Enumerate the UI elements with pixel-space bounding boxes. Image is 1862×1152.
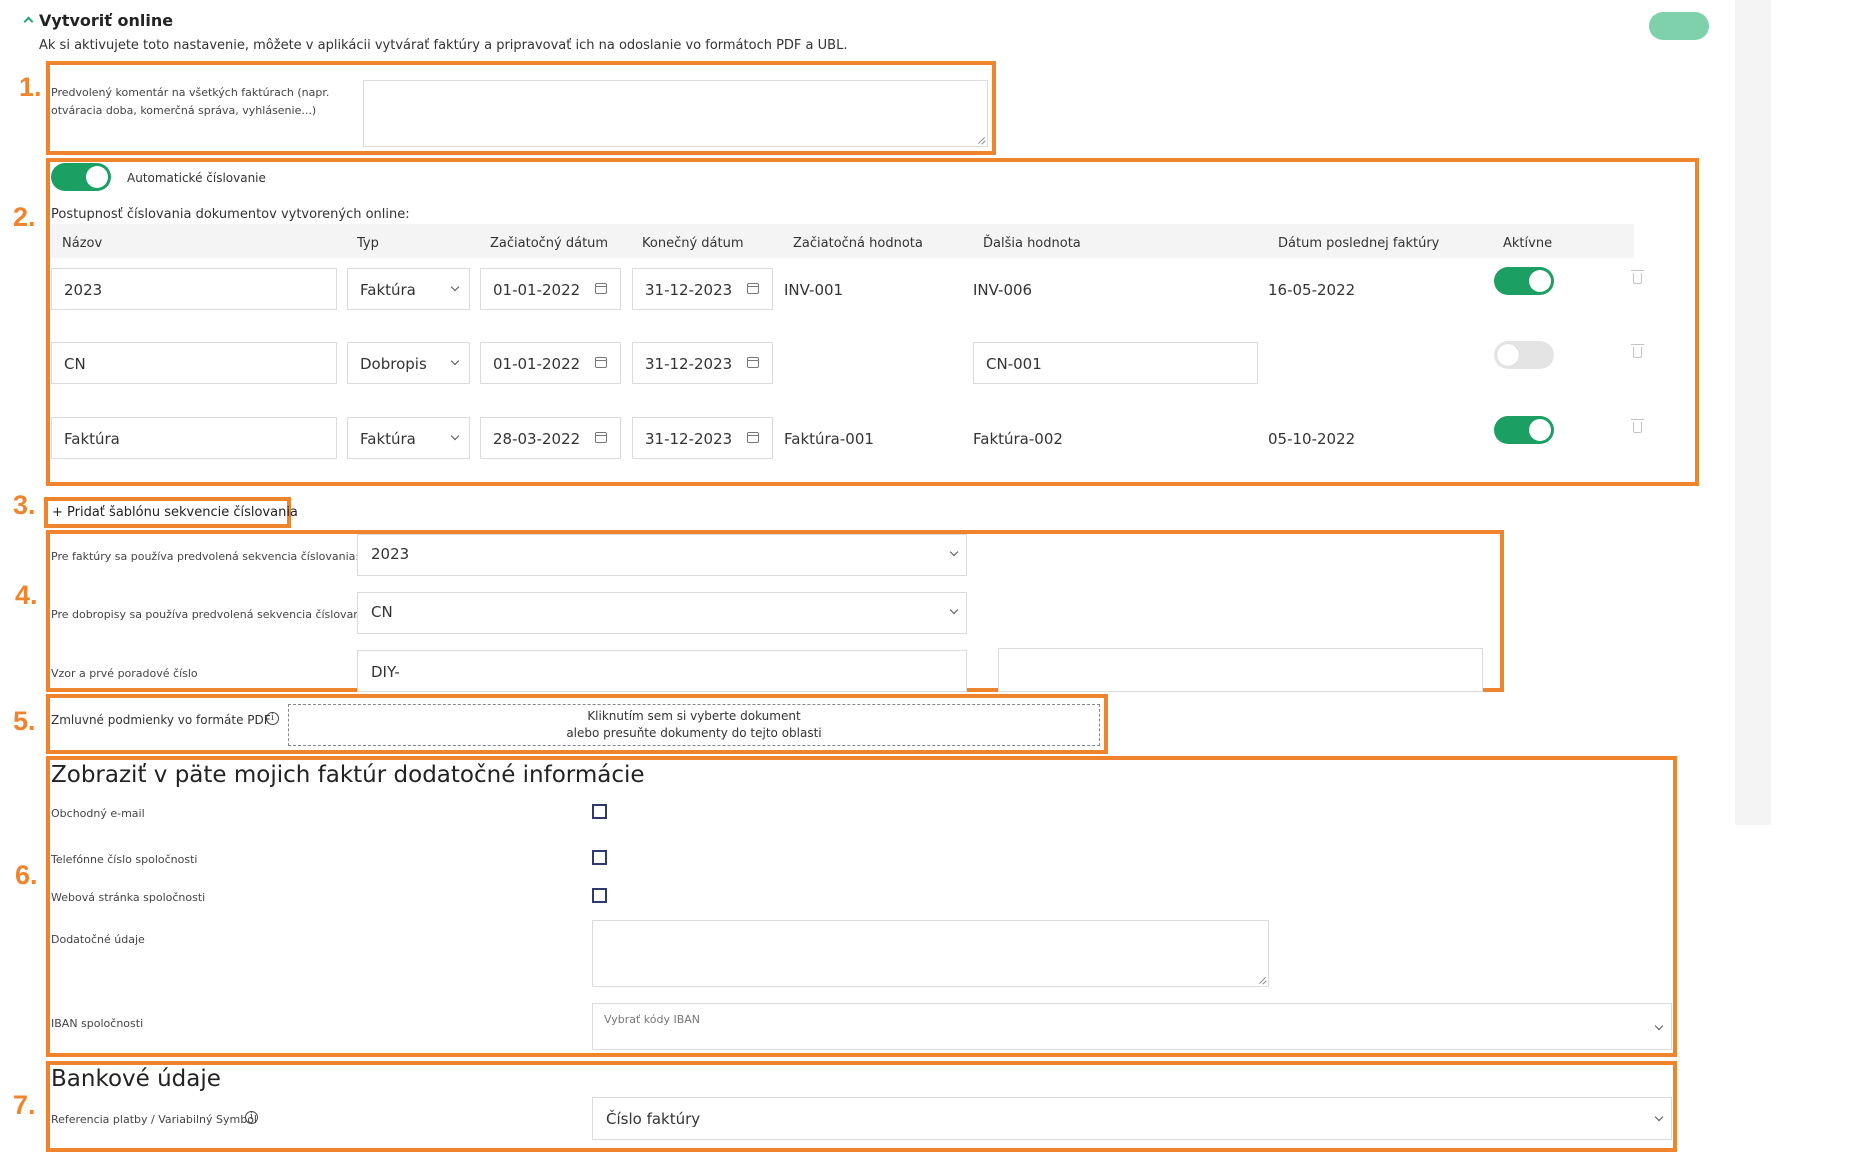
first-number-input[interactable]: [998, 648, 1483, 692]
row-active-toggle[interactable]: [1494, 267, 1554, 295]
business-email-label: Obchodný e-mail: [51, 807, 145, 820]
row-next-value: INV-006: [973, 281, 1033, 299]
col-end-date: Konečný dátum: [642, 236, 744, 251]
resize-handle-icon[interactable]: [977, 136, 985, 144]
chevron-down-icon: [1654, 1021, 1664, 1031]
iban-label: IBAN spoločnosti: [51, 1017, 144, 1030]
row-start-value: Faktúra-001: [784, 430, 874, 448]
row-start-date-input[interactable]: 01-01-2022: [480, 268, 621, 310]
info-icon[interactable]: i: [266, 712, 279, 725]
bank-details-title: Bankové údaje: [51, 1066, 221, 1092]
trash-icon[interactable]: [1631, 419, 1644, 433]
row-active-toggle[interactable]: [1494, 341, 1554, 369]
upload-dropzone[interactable]: Kliknutím sem si vyberte dokument alebo …: [288, 704, 1100, 746]
col-start-value: Začiatočná hodnota: [793, 236, 923, 251]
auto-numbering-label: Automatické číslovanie: [127, 171, 266, 185]
chevron-down-icon: [1654, 1112, 1664, 1122]
col-type: Typ: [357, 236, 379, 251]
row-last-invoice-date: 05-10-2022: [1268, 430, 1356, 448]
calendar-icon[interactable]: [747, 357, 759, 368]
footer-info-title: Zobraziť v päte mojich faktúr dodatočné …: [51, 762, 645, 788]
pdf-terms-label: Zmluvné podmienky vo formáte PDF: [51, 713, 271, 727]
additional-label: Dodatočné údaje: [51, 933, 145, 946]
col-last-invoice-date: Dátum poslednej faktúry: [1278, 236, 1440, 251]
resize-handle-icon[interactable]: [1258, 976, 1266, 984]
step-number-6: 6.: [15, 860, 38, 890]
row-name-input[interactable]: 2023: [51, 268, 337, 310]
row-type-select[interactable]: Dobropis: [347, 342, 470, 384]
credit-default-select[interactable]: CN: [357, 592, 967, 634]
add-template-link[interactable]: + Pridať šablónu sekvencie číslovania: [52, 505, 298, 520]
row-name-input[interactable]: Faktúra: [51, 417, 337, 459]
row-end-date-input[interactable]: 31-12-2023: [632, 417, 773, 459]
col-start-date: Začiatočný dátum: [490, 236, 609, 251]
calendar-icon[interactable]: [747, 432, 759, 443]
payment-ref-label: Referencia platby / Variabilný Symbol: [51, 1113, 257, 1126]
row-next-value-input[interactable]: CN-001: [973, 342, 1258, 384]
calendar-icon[interactable]: [595, 432, 607, 443]
row-start-date-input[interactable]: 01-01-2022: [480, 342, 621, 384]
payment-ref-select[interactable]: Číslo faktúry: [592, 1097, 1672, 1140]
pattern-input[interactable]: DIY-: [357, 650, 967, 692]
row-end-date-input[interactable]: 31-12-2023: [632, 342, 773, 384]
calendar-icon[interactable]: [595, 283, 607, 294]
step-number-3: 3.: [13, 490, 36, 520]
calendar-icon[interactable]: [595, 357, 607, 368]
step-number-7: 7.: [13, 1090, 36, 1120]
chevron-down-icon: [949, 605, 959, 615]
chevron-down-icon: [949, 547, 959, 557]
row-next-value: Faktúra-002: [973, 430, 1063, 448]
info-icon[interactable]: i: [245, 1111, 258, 1124]
pattern-label: Vzor a prvé poradové číslo: [51, 667, 198, 680]
chevron-down-icon: [450, 356, 460, 366]
section-description: Ak si aktivujete toto nastavenie, môžete…: [39, 38, 848, 53]
create-online-toggle[interactable]: [1649, 12, 1709, 40]
trash-icon[interactable]: [1631, 344, 1644, 358]
iban-select[interactable]: Vybrať kódy IBAN: [592, 1003, 1672, 1050]
row-type-select[interactable]: Faktúra: [347, 268, 470, 310]
row-last-invoice-date: 16-05-2022: [1268, 281, 1356, 299]
step-number-2: 2.: [13, 202, 36, 232]
phone-checkbox[interactable]: [592, 850, 607, 865]
phone-label: Telefónne číslo spoločnosti: [51, 853, 198, 866]
row-type-select[interactable]: Faktúra: [347, 417, 470, 459]
chevron-down-icon: [450, 431, 460, 441]
invoice-default-label: Pre faktúry sa používa predvolená sekven…: [51, 550, 360, 563]
additional-textarea[interactable]: [592, 920, 1269, 987]
calendar-icon[interactable]: [747, 283, 759, 294]
business-email-checkbox[interactable]: [592, 804, 607, 819]
row-end-date-input[interactable]: 31-12-2023: [632, 268, 773, 310]
sequence-title: Postupnosť číslovania dokumentov vytvore…: [51, 207, 410, 222]
chevron-down-icon: [450, 282, 460, 292]
row-active-toggle[interactable]: [1494, 416, 1554, 444]
section-title: Vytvoriť online: [39, 11, 174, 30]
row-start-date-input[interactable]: 28-03-2022: [480, 417, 621, 459]
auto-numbering-toggle[interactable]: [51, 163, 111, 191]
step-number-4: 4.: [15, 580, 38, 610]
iban-placeholder: Vybrať kódy IBAN: [604, 1013, 701, 1026]
step-number-5: 5.: [13, 706, 36, 736]
col-next-value: Ďalšia hodnota: [983, 236, 1081, 251]
default-comment-textarea[interactable]: [363, 80, 988, 147]
row-start-value: INV-001: [784, 281, 844, 299]
default-comment-label: Predvolený komentár na všetkých faktúrac…: [51, 86, 330, 117]
step-number-1: 1.: [19, 72, 42, 102]
upload-line-1: Kliknutím sem si vyberte dokument: [587, 709, 801, 723]
trash-icon[interactable]: [1631, 270, 1644, 284]
upload-line-2: alebo presuňte dokumenty do tejto oblast…: [566, 726, 822, 740]
side-panel: [1735, 0, 1771, 825]
credit-default-label: Pre dobropisy sa používa predvolená sekv…: [51, 608, 374, 621]
website-checkbox[interactable]: [592, 888, 607, 903]
collapse-chevron-icon[interactable]: [23, 16, 34, 27]
col-active: Aktívne: [1503, 236, 1553, 251]
invoice-default-select[interactable]: 2023: [357, 534, 967, 576]
row-name-input[interactable]: CN: [51, 342, 337, 384]
col-name: Názov: [62, 236, 103, 251]
website-label: Webová stránka spoločnosti: [51, 891, 206, 904]
